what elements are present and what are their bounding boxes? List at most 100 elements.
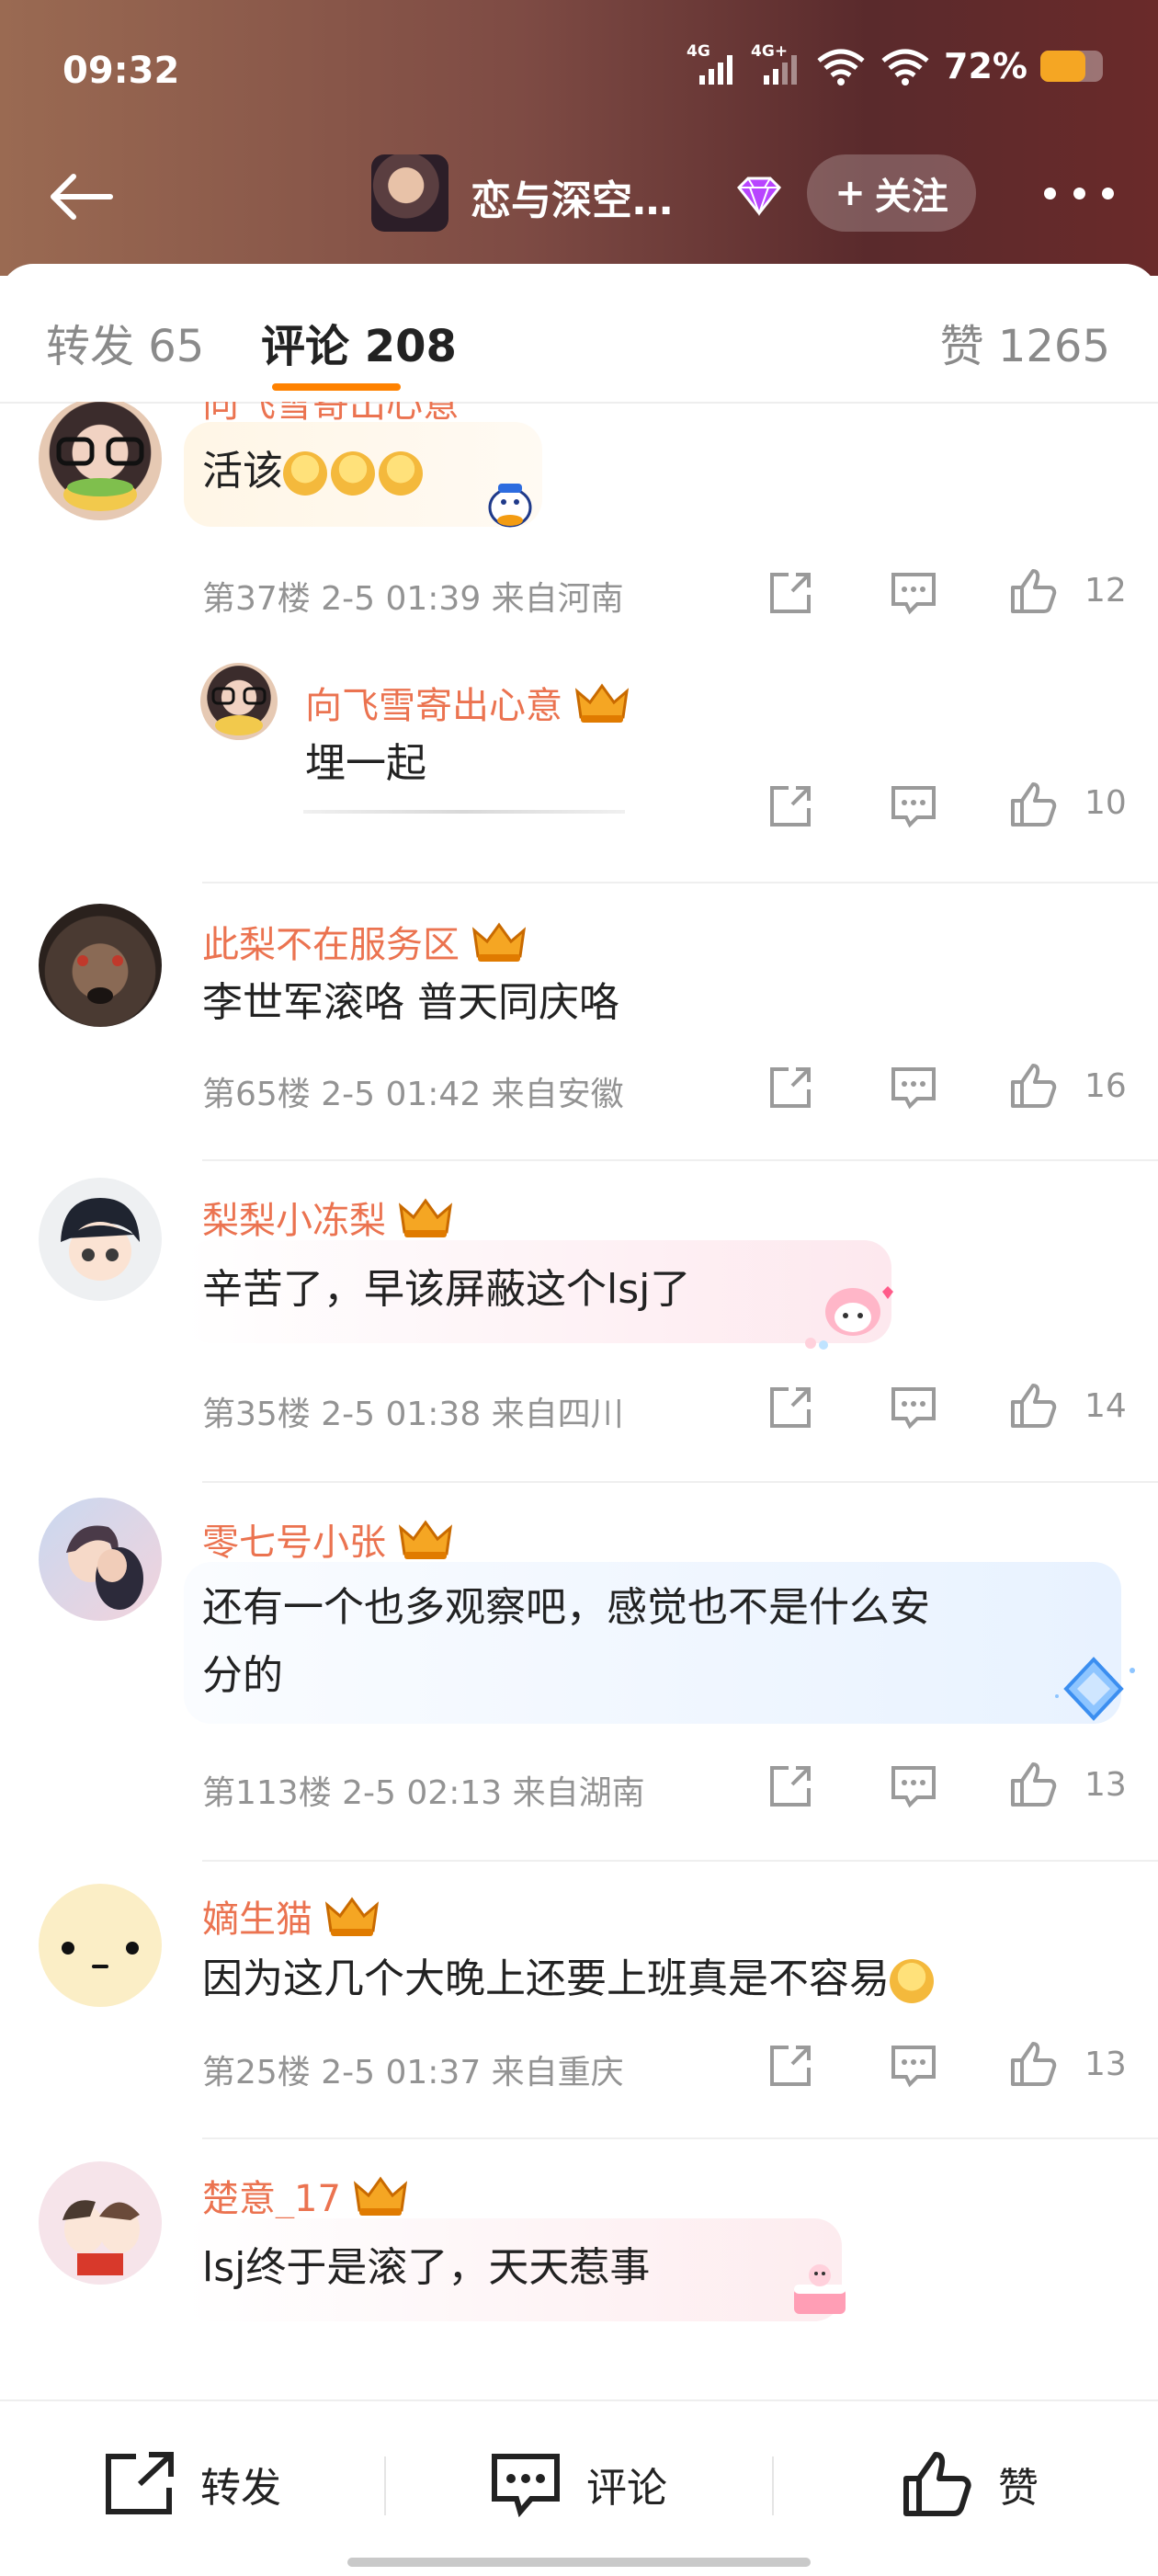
like-count: 12 [1084,572,1127,610]
share-icon[interactable] [765,567,816,619]
share-icon[interactable] [765,781,816,832]
username[interactable]: 梨梨小冻梨 [202,1191,454,1244]
back-arrow-icon[interactable] [44,169,118,224]
status-time: 09:32 [62,50,180,92]
status-bar: 09:32 4G 4G+ 72% [0,0,1158,138]
crown-badge-icon [398,1198,453,1237]
user-avatar[interactable] [39,2161,162,2285]
tab-bar: 转发 65 评论 208 赞 1265 [0,264,1158,404]
share-icon[interactable] [765,2040,816,2092]
share-icon[interactable] [765,1761,816,1812]
comment-text: 辛苦了，早该屏蔽这个lsj了 [202,1266,691,1313]
comment-meta: 第65楼 2-5 01:42 来自安徽 [202,1076,624,1113]
comment-icon[interactable] [888,1062,939,1113]
like-icon[interactable] [1007,1759,1059,1810]
comment-item: 此梨不在服务区 李世军滚咯 普天同庆咯 第65楼 2-5 01:42 来自安徽 … [0,883,1158,1163]
wifi-icon [881,49,929,85]
like-icon[interactable] [1007,1380,1059,1431]
active-tab-indicator [272,383,401,391]
username[interactable]: 零七号小张 [202,1512,454,1566]
plus-icon: + [834,172,866,214]
crown-badge-icon [324,1897,380,1936]
like-label: 赞 [998,2465,1039,2512]
comment-text: lsj终于是滚了，天天惹事 [202,2244,651,2291]
like-icon[interactable] [1007,779,1059,830]
comment-item: 零七号小张 还有一个也多观察吧，感觉也不是什么安 分的 第113楼 2-5 02… [0,1485,1158,1864]
status-indicators: 4G 4G+ 72% [687,42,1103,86]
account-name[interactable]: 恋与深空… [471,167,673,226]
account-avatar[interactable] [371,154,448,232]
follow-button[interactable]: + 关注 [807,154,976,232]
melody-sticker-icon [805,1286,893,1350]
user-avatar[interactable] [39,1884,162,2007]
tab-comments[interactable]: 评论 208 [261,310,457,374]
reply-user-avatar[interactable] [200,663,278,740]
like-icon[interactable] [1007,2038,1059,2090]
home-indicator[interactable] [347,2558,811,2567]
like-count: 13 [1084,1766,1127,1804]
laugh-cry-emoji-icon [890,1959,934,2003]
tab-likes[interactable]: 赞 1265 [940,310,1110,374]
comment-icon[interactable] [888,781,939,832]
comment-icon[interactable] [888,2040,939,2092]
like-icon[interactable] [1007,1060,1059,1111]
comment-item: 向飞雪寄出心意 活该 第37楼 2-5 01:39 来自河南 12 向飞雪寄出心… [0,402,1158,787]
user-avatar[interactable] [39,1498,162,1621]
comment-text: 活该 [202,439,426,505]
comment-text-line1: 还有一个也多观察吧，感觉也不是什么安 [202,1584,930,1631]
tab-reposts[interactable]: 转发 65 [46,310,204,374]
share-icon[interactable] [765,1382,816,1433]
username[interactable]: 此梨不在服务区 [202,915,528,968]
wifi-icon [817,49,865,85]
more-icon[interactable] [1044,175,1114,211]
comments-sheet: 转发 65 评论 208 赞 1265 向飞雪寄出心意 活该 第37楼 2-5 … [0,264,1158,2576]
user-avatar[interactable] [39,904,162,1027]
reply-username[interactable]: 向飞雪寄出心意 [305,676,630,729]
laugh-emoji-icon [283,451,327,496]
battery-icon [1040,51,1103,82]
comment-item: 梨梨小冻梨 辛苦了，早该屏蔽这个lsj了 第35楼 2-5 01:38 来自四川… [0,1163,1158,1485]
diamond-sticker-icon [1055,1657,1135,1721]
comment-text: 李世军滚咯 普天同庆咯 [202,979,619,1026]
share-icon [106,2452,174,2514]
comment-label: 评论 [586,2465,667,2512]
comment-icon [492,2454,560,2517]
like-button[interactable]: 赞 [901,2447,1039,2521]
comment-text-line2: 分的 [202,1652,283,1699]
comment-icon[interactable] [888,567,939,619]
signal-icon: 4G+ [751,42,802,86]
laugh-emoji-icon [331,451,375,496]
comment-button[interactable]: 评论 [489,2447,667,2521]
username[interactable]: 嫡生猫 [202,1889,380,1943]
user-avatar[interactable] [39,1178,162,1301]
crown-badge-icon [471,922,527,962]
cake-sticker-icon [794,2264,846,2314]
comment-meta: 第25楼 2-5 01:37 来自重庆 [202,2054,624,2092]
like-count: 16 [1084,1067,1127,1105]
comment-text: 因为这几个大晚上还要上班真是不容易 [202,1946,937,2012]
laugh-emoji-icon [379,451,423,496]
crown-badge-icon [353,2176,407,2216]
crown-badge-icon [574,683,630,723]
signal-icon: 4G [687,42,738,86]
username[interactable]: 楚意_17 [202,2169,409,2222]
like-count: 10 [1084,784,1127,822]
like-icon [903,2452,971,2516]
share-icon[interactable] [765,1062,816,1113]
repost-label: 转发 [200,2465,281,2512]
like-count: 14 [1084,1387,1127,1425]
user-avatar[interactable] [39,402,162,520]
crown-badge-icon [398,1520,453,1559]
repost-button[interactable]: 转发 [103,2447,281,2521]
comment-item: 嫡生猫 因为这几个大晚上还要上班真是不容易 第25楼 2-5 01:37 来自重… [0,1864,1158,2141]
gem-icon [736,177,782,216]
like-icon[interactable] [1007,565,1059,617]
comment-meta: 第37楼 2-5 01:39 来自河南 [202,580,624,618]
battery-percent: 72% [944,46,1027,86]
nav-bar: 恋与深空… + 关注 [0,147,1158,239]
like-count: 13 [1084,2046,1127,2083]
comment-meta: 第35楼 2-5 01:38 来自四川 [202,1396,624,1433]
comment-item: 楚意_17 lsj终于是滚了，天天惹事 [0,2141,1158,2395]
comment-icon[interactable] [888,1761,939,1812]
comment-icon[interactable] [888,1382,939,1433]
